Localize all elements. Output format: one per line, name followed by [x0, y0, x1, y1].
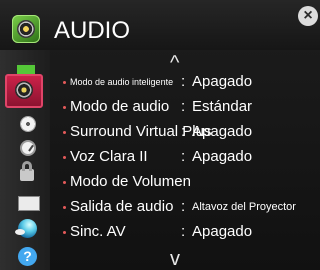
menu-item-label: Modo de Volumen — [70, 173, 191, 190]
audio-icon — [15, 81, 33, 99]
menu-item-clear-voice[interactable]: Voz Clara II : Apagado — [53, 145, 320, 169]
bullet-icon — [63, 231, 66, 234]
network-icon — [15, 219, 37, 238]
menu-item-label: Salida de audio — [70, 198, 174, 215]
disc-icon — [20, 116, 36, 132]
menu-item-label: Modo de audio inteligente — [70, 77, 174, 87]
menu-item-label: Surround Virtual Plus — [70, 123, 212, 140]
menu-item-smart-audio[interactable]: Modo de audio inteligente : Apagado — [53, 70, 320, 94]
menu-item-value: Estándar — [192, 98, 253, 115]
sidebar-item-network[interactable] — [10, 216, 38, 238]
separator: : — [181, 98, 186, 115]
sidebar-item-lock[interactable] — [10, 161, 38, 181]
separator: : — [181, 73, 186, 90]
lock-icon — [20, 161, 34, 181]
clock-icon — [20, 140, 36, 156]
menu-item-label: Sinc. AV — [70, 223, 126, 240]
close-button[interactable]: × — [298, 6, 318, 26]
separator: : — [181, 198, 186, 215]
bullet-icon — [63, 81, 66, 84]
sidebar-item-audio[interactable] — [5, 74, 43, 108]
menu-item-value: Apagado — [192, 123, 253, 140]
menu-item-audio-mode[interactable]: Modo de audio : Estándar — [53, 95, 320, 119]
separator: : — [181, 223, 186, 240]
bullet-icon — [63, 206, 66, 209]
menu-item-value: Apagado — [192, 73, 253, 90]
bullet-icon — [63, 106, 66, 109]
audio-menu-list: Modo de audio inteligente : Apagado Modo… — [53, 70, 320, 250]
sidebar: ? — [0, 50, 50, 270]
menu-item-surround[interactable]: Surround Virtual Plus : Apagado — [53, 120, 320, 144]
separator: : — [181, 123, 186, 140]
menu-item-label: Modo de audio — [70, 98, 170, 115]
sidebar-item-help[interactable]: ? — [10, 244, 38, 266]
header: AUDIO × — [0, 0, 320, 50]
menu-item-value: Apagado — [192, 148, 253, 165]
bullet-icon — [63, 181, 66, 184]
bullet-icon — [63, 131, 66, 134]
sidebar-item-option[interactable] — [10, 191, 40, 211]
menu-item-audio-output[interactable]: Salida de audio : Altavoz del Proyector — [53, 195, 320, 219]
tv-settings-screen: AUDIO × ? ^ Modo de audio inteligente: … — [0, 0, 320, 270]
separator: : — [181, 148, 186, 165]
page-title: AUDIO — [54, 17, 131, 44]
menu-item-av-sync[interactable]: Sinc. AV : Apagado — [53, 220, 320, 244]
sidebar-item-time[interactable] — [10, 138, 38, 156]
menu-item-label: Voz Clara II — [70, 148, 148, 165]
audio-icon — [12, 15, 40, 43]
bullet-icon — [63, 156, 66, 159]
menu-item-value: Altavoz del Proyector — [192, 201, 296, 213]
help-icon: ? — [18, 247, 37, 266]
menu-item-value: Apagado — [192, 223, 253, 240]
menu-item-volume-mode[interactable]: Modo de Volumen — [53, 170, 320, 194]
sidebar-item-disc[interactable] — [10, 113, 38, 132]
scroll-down-arrow[interactable]: v — [170, 249, 180, 269]
option-icon — [18, 196, 40, 211]
